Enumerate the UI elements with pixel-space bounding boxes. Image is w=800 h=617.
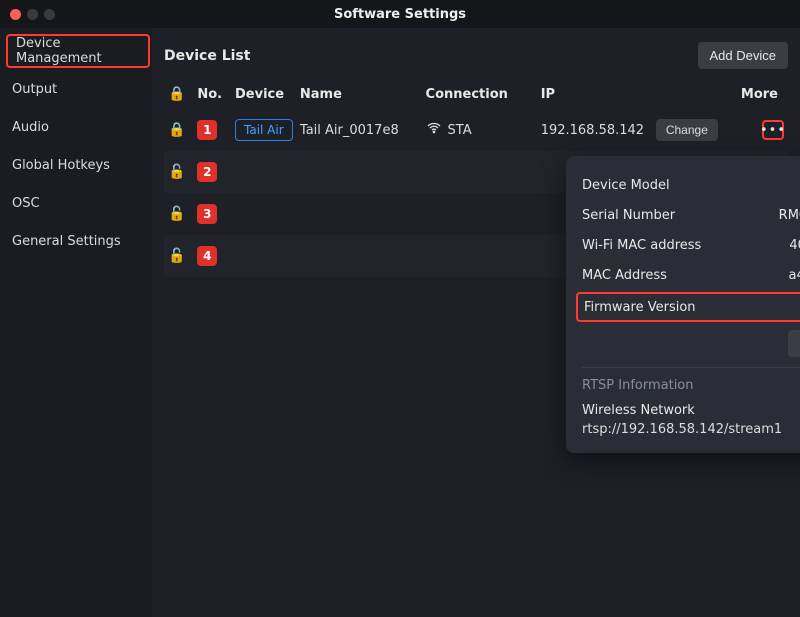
col-connection: Connection <box>422 79 537 109</box>
sidebar-item-label: General Settings <box>12 234 121 249</box>
window-title: Software Settings <box>0 7 800 22</box>
manual-upgrade-button[interactable]: Manual Upgrade <box>788 330 800 357</box>
row-number-badge: 3 <box>197 204 217 224</box>
rtsp-section-title: RTSP Information <box>582 378 800 393</box>
popover-row-serial-number: Serial Number RMOSZHF8081SQW <box>582 200 800 230</box>
popover-key: Device Model <box>582 178 670 193</box>
popover-row-device-model: Device Model OSB-2018-CW <box>582 170 800 200</box>
popover-row-firmware-version: Firmware Version 5.0.9.2 <box>576 292 800 322</box>
main-panel: Device List Add Device 🔒 N <box>152 28 800 617</box>
sidebar-item-output[interactable]: Output <box>4 70 152 108</box>
sidebar: Device Management Output Audio Global Ho… <box>0 28 152 617</box>
sidebar-item-audio[interactable]: Audio <box>4 108 152 146</box>
connection-type: STA <box>448 123 472 138</box>
more-button[interactable]: ••• <box>762 120 784 140</box>
sidebar-item-osc[interactable]: OSC <box>4 184 152 222</box>
device-ip: 192.168.58.142 <box>537 109 652 151</box>
unlock-icon[interactable]: 🔓 <box>168 248 185 264</box>
popover-value: a4:c1:38:00:17:e8 <box>789 268 800 283</box>
rtsp-url: rtsp://192.168.58.142/stream1 <box>582 422 782 437</box>
popover-key: Wi-Fi MAC address <box>582 238 701 253</box>
sidebar-item-general-settings[interactable]: General Settings <box>4 222 152 260</box>
wifi-icon <box>426 120 442 140</box>
sidebar-item-label: OSC <box>12 196 40 211</box>
col-name: Name <box>296 79 422 109</box>
connection-cell: STA <box>426 120 472 140</box>
col-more: More <box>725 79 788 109</box>
popover-key: Serial Number <box>582 208 675 223</box>
unlock-icon[interactable]: 🔓 <box>168 164 185 180</box>
lock-icon[interactable]: 🔒 <box>168 122 185 138</box>
change-button[interactable]: Change <box>656 119 718 141</box>
col-change <box>652 79 725 109</box>
unlock-icon[interactable]: 🔓 <box>168 206 185 222</box>
titlebar: Software Settings <box>0 0 800 28</box>
device-name: Tail Air_0017e8 <box>296 109 422 151</box>
divider <box>582 367 800 368</box>
sidebar-item-label: Device Management <box>16 36 148 66</box>
col-no: No. <box>193 79 231 109</box>
popover-value: RMOSZHF8081SQW <box>779 208 800 223</box>
device-detail-popover: Device Model OSB-2018-CW Serial Number R… <box>566 156 800 453</box>
wireless-network-title: Wireless Network <box>582 403 800 418</box>
col-device: Device <box>231 79 296 109</box>
sidebar-item-label: Global Hotkeys <box>12 158 110 173</box>
row-number-badge: 1 <box>197 120 217 140</box>
popover-value: 40:8c:4c:47:a0:94 <box>789 238 800 253</box>
device-badge[interactable]: Tail Air <box>235 119 293 141</box>
ellipsis-icon: ••• <box>760 124 786 137</box>
col-ip: IP <box>537 79 652 109</box>
device-list-header: Device List Add Device <box>164 42 788 69</box>
sidebar-item-label: Audio <box>12 120 49 135</box>
sidebar-item-label: Output <box>12 82 57 97</box>
lock-icon: 🔒 <box>168 86 185 102</box>
row-number-badge: 4 <box>197 246 217 266</box>
rtsp-url-row: rtsp://192.168.58.142/stream1 Copy <box>582 422 800 437</box>
popover-row-mac-address: MAC Address a4:c1:38:00:17:e8 <box>582 260 800 290</box>
add-device-button[interactable]: Add Device <box>698 42 788 69</box>
col-lock: 🔒 <box>164 79 193 109</box>
row-number-badge: 2 <box>197 162 217 182</box>
popover-key: Firmware Version <box>584 300 696 315</box>
sidebar-item-global-hotkeys[interactable]: Global Hotkeys <box>4 146 152 184</box>
sidebar-item-device-management[interactable]: Device Management <box>6 34 150 68</box>
table-header-row: 🔒 No. Device Name Connection IP More <box>164 79 788 109</box>
device-list-title: Device List <box>164 48 250 64</box>
popover-row-wifi-mac: Wi-Fi MAC address 40:8c:4c:47:a0:94 <box>582 230 800 260</box>
table-row: 🔒 1 Tail Air Tail Air_0017e8 <box>164 109 788 151</box>
settings-window: Software Settings Device Management Outp… <box>0 0 800 617</box>
popover-key: MAC Address <box>582 268 667 283</box>
